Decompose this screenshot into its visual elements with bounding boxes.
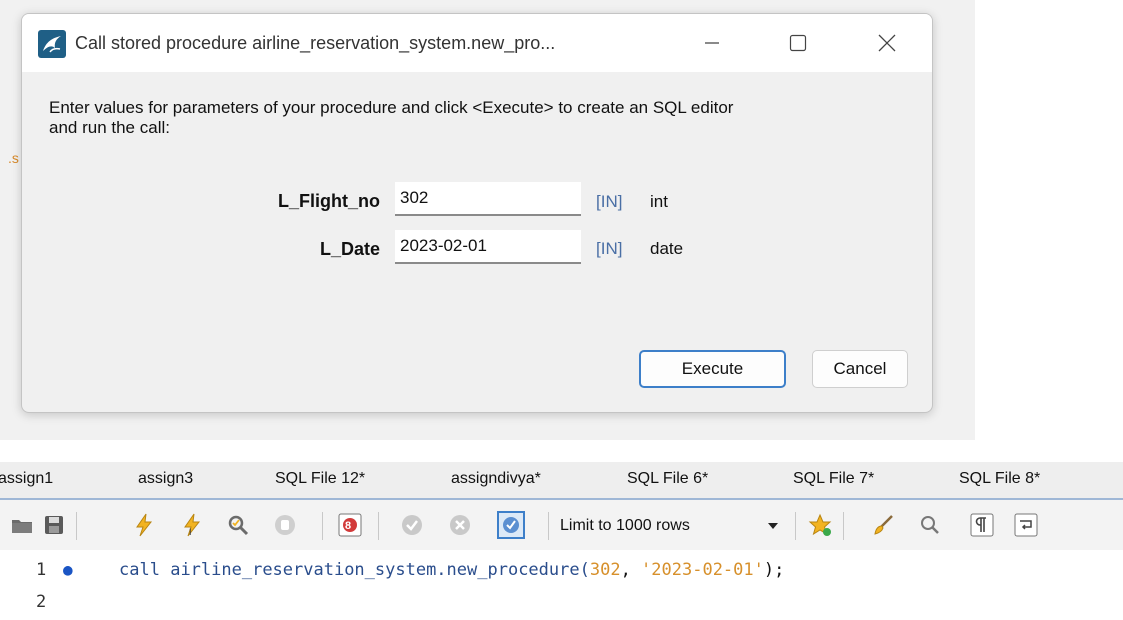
mysql-workbench-icon bbox=[38, 30, 66, 58]
toolbar-separator bbox=[76, 512, 77, 540]
editor-tab-bar: assign1 assign3 SQL File 12* assigndivya… bbox=[0, 462, 1123, 500]
sql-editor-toolbar: I 8 Limit to 1000 rows bbox=[0, 500, 1123, 550]
instructions-line-2: and run the call: bbox=[49, 118, 170, 137]
param-label-flight-no: L_Flight_no bbox=[278, 191, 380, 211]
toolbar-separator bbox=[548, 512, 549, 540]
toolbar-separator bbox=[843, 512, 844, 540]
argument-separator: , bbox=[620, 560, 642, 580]
toolbar-separator bbox=[322, 512, 323, 540]
chevron-down-icon[interactable] bbox=[768, 523, 778, 529]
invisible-chars-icon[interactable] bbox=[970, 513, 994, 537]
tab-assign3[interactable]: assign3 bbox=[138, 470, 193, 488]
minimize-button[interactable] bbox=[690, 26, 734, 60]
tab-sql-file-7[interactable]: SQL File 7* bbox=[793, 470, 874, 488]
beautify-icon[interactable] bbox=[872, 513, 896, 537]
limit-rows-select[interactable]: Limit to 1000 rows bbox=[560, 512, 796, 540]
param-type-flight-no: int bbox=[650, 192, 668, 211]
numeric-literal: 302 bbox=[589, 560, 621, 580]
dialog-title: Call stored procedure airline_reservatio… bbox=[75, 33, 556, 53]
dialog-instructions: Enter values for parameters of your proc… bbox=[49, 98, 909, 138]
favorite-icon[interactable] bbox=[808, 513, 832, 537]
param-label-date: L_Date bbox=[319, 239, 380, 259]
param-type-date: date bbox=[650, 239, 684, 258]
param-direction-flight-no: [IN] bbox=[596, 192, 623, 211]
execute-button[interactable]: Execute bbox=[639, 350, 786, 388]
flight-no-input[interactable] bbox=[395, 182, 581, 216]
date-input[interactable] bbox=[395, 230, 581, 264]
tab-sql-file-8[interactable]: SQL File 8* bbox=[959, 470, 1040, 488]
line-number: 2 bbox=[36, 592, 47, 612]
param-direction-date: [IN] bbox=[596, 239, 623, 258]
svg-text:I: I bbox=[189, 527, 192, 537]
close-icon bbox=[878, 34, 896, 52]
line-number: 1 bbox=[36, 560, 47, 580]
commit-icon[interactable] bbox=[400, 513, 424, 537]
wrap-icon[interactable] bbox=[1014, 513, 1038, 537]
explain-icon[interactable] bbox=[226, 513, 250, 537]
tab-sql-file-12[interactable]: SQL File 12* bbox=[275, 470, 365, 488]
tab-sql-file-6[interactable]: SQL File 6* bbox=[627, 470, 708, 488]
background-text-fragment: .s bbox=[8, 150, 19, 166]
close-button[interactable] bbox=[865, 26, 909, 60]
dialog-titlebar[interactable]: Call stored procedure airline_reservatio… bbox=[22, 14, 932, 72]
tab-assign1[interactable]: assign1 bbox=[0, 470, 53, 488]
sql-keyword: call bbox=[119, 560, 160, 580]
cancel-button[interactable]: Cancel bbox=[812, 350, 908, 388]
autocommit-icon[interactable] bbox=[497, 511, 525, 539]
toolbar-separator bbox=[795, 512, 796, 540]
code-line[interactable]: call airline_reservation_system.new_proc… bbox=[119, 560, 784, 580]
save-icon[interactable] bbox=[42, 513, 66, 537]
rollback-icon[interactable] bbox=[448, 513, 472, 537]
statement-marker: ● bbox=[63, 560, 73, 579]
toggle-errors-icon[interactable]: 8 bbox=[338, 513, 362, 537]
tab-assigndivya[interactable]: assigndivya* bbox=[451, 470, 541, 488]
instructions-line-1: Enter values for parameters of your proc… bbox=[49, 98, 734, 117]
open-folder-icon[interactable] bbox=[10, 513, 34, 537]
svg-text:8: 8 bbox=[345, 520, 351, 532]
find-icon[interactable] bbox=[918, 513, 942, 537]
procedure-reference: airline_reservation_system.new_procedure… bbox=[170, 560, 590, 580]
maximize-button[interactable] bbox=[776, 26, 820, 60]
sql-editor[interactable]: 1 ● call airline_reservation_system.new_… bbox=[0, 552, 1123, 620]
string-literal: '2023-02-01' bbox=[641, 560, 764, 580]
execute-current-icon[interactable]: I bbox=[180, 513, 204, 537]
maximize-icon bbox=[789, 34, 807, 52]
statement-end: ); bbox=[763, 560, 785, 580]
minimize-icon bbox=[705, 42, 719, 44]
toolbar-separator bbox=[378, 512, 379, 540]
execute-lightning-icon[interactable] bbox=[132, 513, 156, 537]
limit-rows-value: Limit to 1000 rows bbox=[560, 517, 690, 534]
call-procedure-dialog: Call stored procedure airline_reservatio… bbox=[21, 13, 933, 413]
stop-icon[interactable] bbox=[273, 513, 297, 537]
